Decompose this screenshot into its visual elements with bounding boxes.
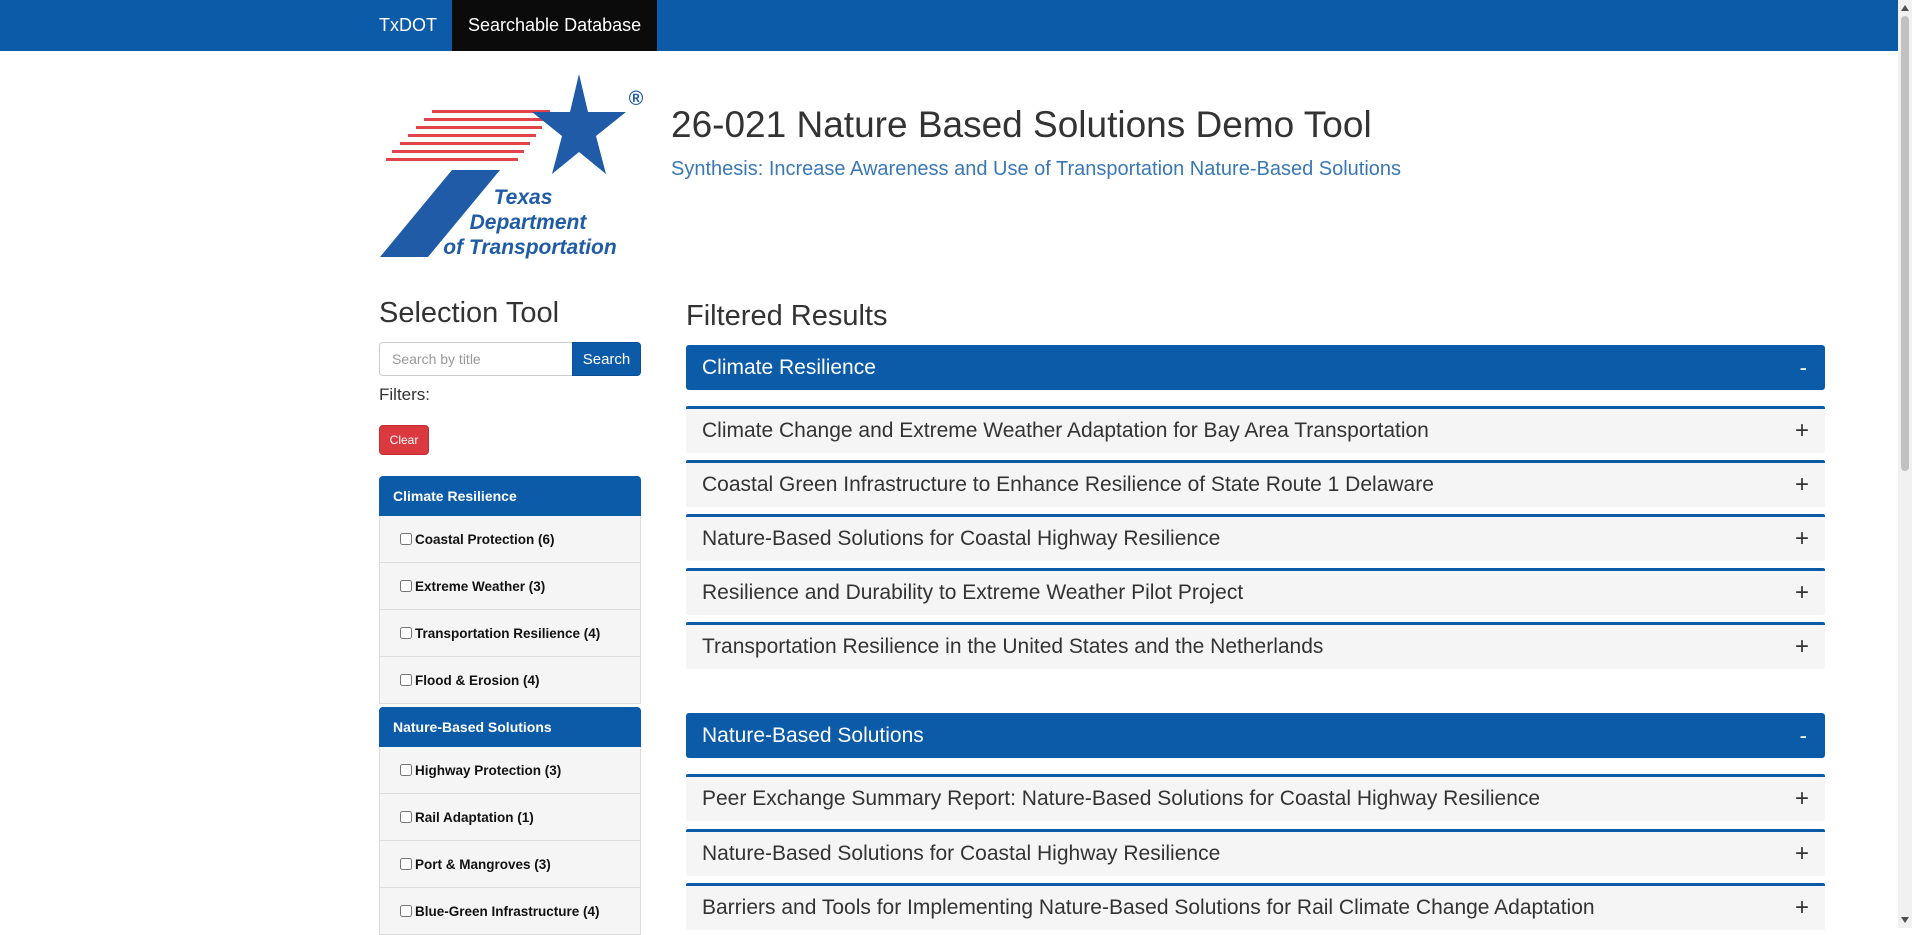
clear-button[interactable]: Clear (379, 425, 429, 455)
filter-label: Flood & Erosion (4) (415, 672, 540, 688)
filter-label: Extreme Weather (3) (415, 578, 546, 594)
nav-txdot-link[interactable]: TxDOT (363, 0, 453, 51)
filter-panel-title: Nature-Based Solutions (379, 707, 641, 747)
filter-checkbox[interactable] (400, 764, 412, 776)
expand-toggle[interactable]: + (1795, 525, 1809, 553)
filter-panel-title: Climate Resilience (379, 476, 641, 516)
filter-checkbox[interactable] (400, 858, 412, 870)
filter-rail-adaptation[interactable]: Rail Adaptation (1) (379, 794, 641, 841)
search-input[interactable] (379, 342, 572, 376)
registered-mark: ® (629, 88, 644, 110)
filter-port-mangroves[interactable]: Port & Mangroves (3) (379, 841, 641, 888)
filtered-results-heading: Filtered Results (686, 300, 888, 332)
expand-toggle[interactable]: + (1795, 840, 1809, 868)
result-title: Peer Exchange Summary Report: Nature-Bas… (702, 787, 1541, 810)
result-item[interactable]: Nature-Based Solutions for Coastal Highw… (686, 829, 1825, 876)
filter-checkbox[interactable] (400, 905, 412, 917)
logo-text-line-2: Department (470, 211, 588, 234)
filter-checkbox[interactable] (400, 580, 412, 592)
collapse-toggle[interactable]: - (1800, 355, 1809, 381)
filter-label: Coastal Protection (6) (415, 531, 555, 547)
filter-label: Transportation Resilience (4) (415, 625, 601, 641)
result-title: Barriers and Tools for Implementing Natu… (702, 896, 1595, 919)
logo-text-line-1: Texas (494, 186, 553, 209)
filter-label: Highway Protection (3) (415, 762, 562, 778)
filter-checkbox[interactable] (400, 674, 412, 686)
filter-extreme-weather[interactable]: Extreme Weather (3) (379, 563, 641, 610)
page-scrollbar[interactable] (1898, 0, 1912, 928)
scroll-down-arrow-icon[interactable] (1901, 917, 1909, 923)
filter-label: Blue-Green Infrastructure (4) (415, 903, 600, 919)
category-title: Nature-Based Solutions (702, 723, 924, 747)
result-title: Climate Change and Extreme Weather Adapt… (702, 419, 1429, 442)
nav-searchable-database-link[interactable]: Searchable Database (452, 0, 658, 51)
filter-flood-erosion[interactable]: Flood & Erosion (4) (379, 657, 641, 704)
txdot-logo: ® Texas Department of Transportation (380, 74, 644, 259)
result-item[interactable]: Climate Change and Extreme Weather Adapt… (686, 406, 1825, 453)
result-item[interactable]: Nature-Based Solutions for Coastal Highw… (686, 514, 1825, 561)
result-title: Coastal Green Infrastructure to Enhance … (702, 473, 1434, 496)
filter-coastal-protection[interactable]: Coastal Protection (6) (379, 516, 641, 563)
result-item[interactable]: Transportation Resilience in the United … (686, 622, 1825, 669)
selection-tool-heading: Selection Tool (379, 297, 560, 329)
result-title: Nature-Based Solutions for Coastal Highw… (702, 527, 1221, 550)
filters-label: Filters: (379, 385, 430, 404)
result-title: Transportation Resilience in the United … (702, 635, 1324, 658)
filter-label: Rail Adaptation (1) (415, 809, 534, 825)
collapse-toggle[interactable]: - (1800, 723, 1809, 749)
result-item[interactable]: Resilience and Durability to Extreme Wea… (686, 568, 1825, 615)
top-navbar: TxDOT Searchable Database (0, 0, 1898, 51)
search-button[interactable]: Search (572, 342, 641, 376)
result-item[interactable]: Barriers and Tools for Implementing Natu… (686, 883, 1825, 930)
filter-panel-nature-based-solutions: Nature-Based Solutions Highway Protectio… (379, 707, 641, 935)
filter-panel-climate-resilience: Climate Resilience Coastal Protection (6… (379, 476, 641, 704)
expand-toggle[interactable]: + (1795, 471, 1809, 499)
filter-transportation-resilience[interactable]: Transportation Resilience (4) (379, 610, 641, 657)
expand-toggle[interactable]: + (1795, 894, 1809, 922)
category-header-nature-based-solutions[interactable]: Nature-Based Solutions - (686, 713, 1825, 758)
expand-toggle[interactable]: + (1795, 579, 1809, 607)
category-header-climate-resilience[interactable]: Climate Resilience - (686, 345, 1825, 390)
expand-toggle[interactable]: + (1795, 785, 1809, 813)
result-item[interactable]: Peer Exchange Summary Report: Nature-Bas… (686, 774, 1825, 821)
expand-toggle[interactable]: + (1795, 633, 1809, 661)
logo-text-line-3: of Transportation (443, 236, 616, 259)
page-title: 26-021 Nature Based Solutions Demo Tool (671, 104, 1372, 145)
scroll-up-arrow-icon[interactable] (1901, 5, 1909, 11)
filter-checkbox[interactable] (400, 811, 412, 823)
scroll-thumb[interactable] (1901, 16, 1909, 471)
page-subtitle: Synthesis: Increase Awareness and Use of… (671, 158, 1402, 180)
filter-label: Port & Mangroves (3) (415, 856, 551, 872)
category-title: Climate Resilience (702, 355, 876, 379)
result-item[interactable]: Coastal Green Infrastructure to Enhance … (686, 460, 1825, 507)
filter-highway-protection[interactable]: Highway Protection (3) (379, 747, 641, 794)
expand-toggle[interactable]: + (1795, 417, 1809, 445)
filter-checkbox[interactable] (400, 533, 412, 545)
result-title: Resilience and Durability to Extreme Wea… (702, 581, 1244, 604)
filter-checkbox[interactable] (400, 627, 412, 639)
result-title: Nature-Based Solutions for Coastal Highw… (702, 842, 1221, 865)
